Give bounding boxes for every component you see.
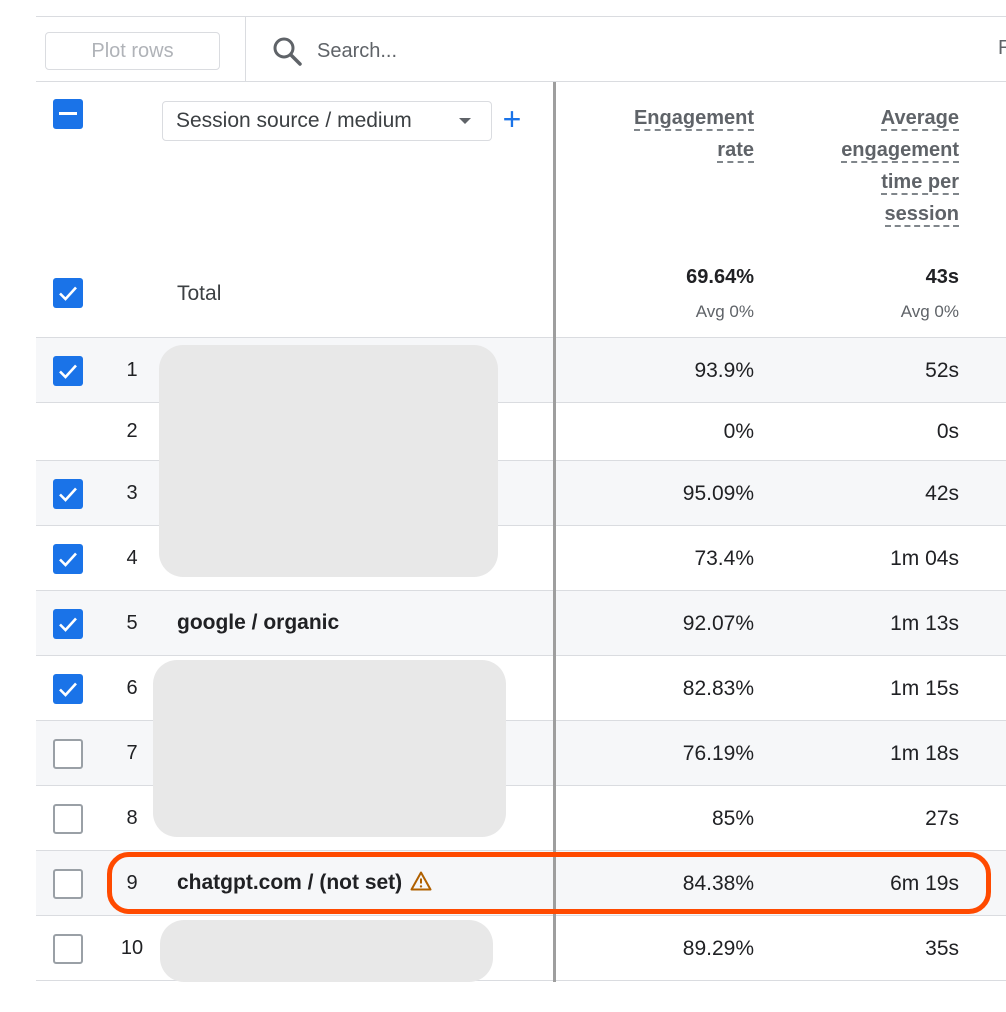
totals-label: Total [177,282,222,305]
row-number: 10 [120,937,144,959]
checkmark-icon [59,617,77,632]
row-checkbox[interactable] [53,739,83,769]
row-engagement-rate: 95.09% [682,482,754,505]
row-engagement-rate: 85% [711,807,754,830]
row-engagement-rate: 89.29% [682,937,754,960]
row-dimension-text: google / organic [177,611,340,634]
checkmark-icon [59,552,77,567]
row-avg-engagement-time: 52s [925,359,959,382]
toolbar-divider [245,17,246,81]
row-avg-engagement-time: 1m 15s [890,677,959,700]
column-header-line: engagement [841,139,959,163]
redacted-block [153,660,506,837]
dimension-select[interactable]: Session source / medium [162,101,492,141]
table-toolbar: Plot rows R [36,16,1006,82]
column-header-line: session [884,203,959,227]
row-engagement-rate: 92.07% [682,612,754,635]
checkmark-icon [59,364,77,379]
row-avg-engagement-time: 42s [925,482,959,505]
row-checkbox[interactable] [53,869,83,899]
column-header-engagement-rate[interactable]: Engagement rate [580,102,754,166]
row-avg-engagement-time: 1m 18s [890,742,959,765]
search-icon[interactable] [271,35,303,67]
totals-checkbox[interactable] [53,278,83,308]
row-checkbox[interactable] [53,544,83,574]
total-engagement-rate-sub: Avg 0% [695,302,754,321]
row-checkbox[interactable] [53,934,83,964]
row-checkbox[interactable] [53,609,83,639]
row-avg-engagement-time: 0s [936,420,959,443]
row-avg-engagement-time: 1m 04s [890,547,959,570]
redacted-block [159,345,498,577]
row-engagement-rate: 76.19% [682,742,754,765]
column-header-line: time per [881,171,959,195]
checkmark-icon [59,682,77,697]
row-engagement-rate: 73.4% [694,547,754,570]
row-engagement-rate: 82.83% [682,677,754,700]
column-header-line: Engagement [633,107,754,131]
add-dimension-button[interactable]: + [498,103,526,136]
row-checkbox[interactable] [53,479,83,509]
table-row[interactable]: 5 google / organic 92.07% 1m 13s [36,591,1006,656]
row-number: 1 [126,359,138,381]
column-header-line: Average [880,107,959,131]
row-highlight-annotation [107,852,991,914]
toolbar-cut-text: R [998,37,1006,59]
row-avg-engagement-time: 27s [925,807,959,830]
row-number: 3 [126,482,138,504]
chevron-down-icon [459,118,471,124]
checkmark-icon [59,286,77,301]
total-engagement-rate: 69.64% [686,266,754,288]
row-number: 2 [126,420,138,442]
row-avg-engagement-time: 1m 13s [890,612,959,635]
redacted-block [160,920,493,982]
row-number: 5 [126,612,138,634]
row-checkbox[interactable] [53,804,83,834]
row-avg-engagement-time: 35s [925,937,959,960]
total-avg-engagement-time: 43s [925,266,959,288]
column-header-line: rate [717,139,754,163]
dimension-select-label: Session source / medium [176,109,412,132]
row-number: 6 [126,677,138,699]
row-number: 4 [126,547,138,569]
search-input[interactable] [317,34,917,68]
column-header-avg-engagement-time[interactable]: Average engagement time per session [780,102,959,230]
checkmark-icon [59,487,77,502]
select-all-checkbox[interactable] [53,99,83,129]
total-avg-engagement-time-sub: Avg 0% [900,302,959,321]
row-number: 7 [126,742,138,764]
plot-rows-button[interactable]: Plot rows [45,32,220,70]
row-checkbox[interactable] [53,356,83,386]
row-checkbox[interactable] [53,674,83,704]
row-engagement-rate: 93.9% [694,359,754,382]
row-engagement-rate: 0% [723,420,754,443]
row-dimension-value[interactable]: google / organic [177,611,339,635]
column-divider [553,82,556,982]
row-number: 8 [126,807,138,829]
